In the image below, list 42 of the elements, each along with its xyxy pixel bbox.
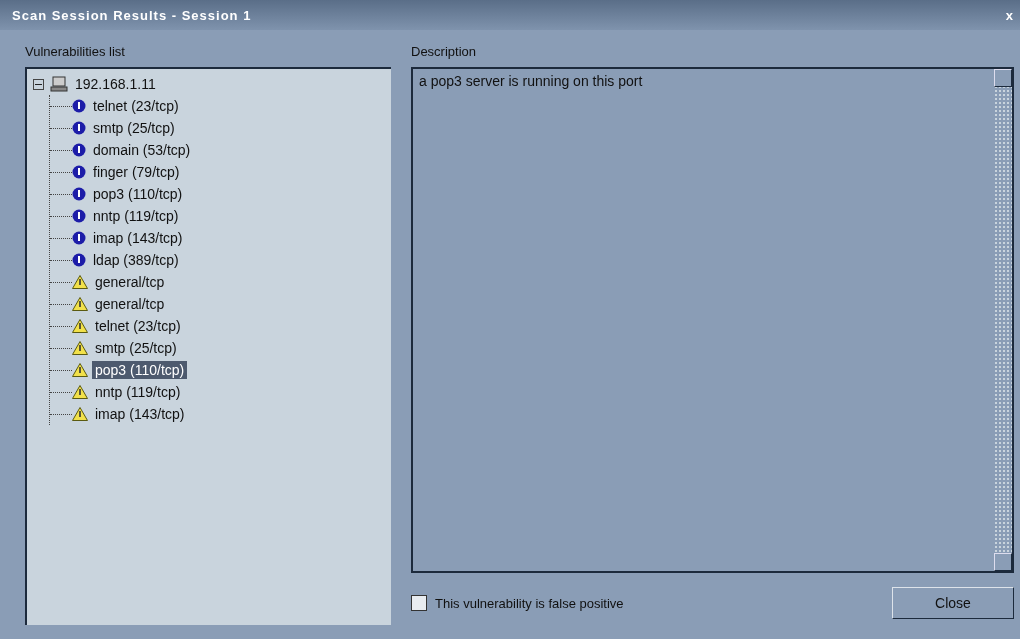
tree-item[interactable]: general/tcp <box>92 295 168 313</box>
tree-item[interactable]: nntp (119/tcp) <box>90 207 182 225</box>
list-label: Vulnerabilities list <box>25 44 126 59</box>
tree-item[interactable]: ldap (389/tcp) <box>90 251 182 269</box>
warning-icon <box>72 319 88 333</box>
info-icon <box>72 143 86 157</box>
tree-item[interactable]: smtp (25/tcp) <box>90 119 178 137</box>
tree-item[interactable]: smtp (25/tcp) <box>92 339 180 357</box>
warning-icon <box>72 385 88 399</box>
tree-item[interactable]: 192.168.1.11 <box>72 75 159 93</box>
tree-item[interactable]: telnet (23/tcp) <box>90 97 182 115</box>
tree-item[interactable]: telnet (23/tcp) <box>92 317 184 335</box>
tree-item[interactable]: pop3 (110/tcp) <box>90 185 186 203</box>
info-icon <box>72 253 86 267</box>
checkbox-label: This vulnerability is false positive <box>435 595 624 611</box>
close-button[interactable]: Close <box>892 587 1014 619</box>
info-icon <box>72 99 86 113</box>
warning-icon <box>72 363 88 377</box>
computer-icon <box>50 76 68 92</box>
scrollbar[interactable] <box>994 69 1012 571</box>
info-icon <box>72 209 86 223</box>
tree-item[interactable]: nntp (119/tcp) <box>92 383 184 401</box>
tree-item[interactable]: pop3 (110/tcp) <box>92 361 188 379</box>
description-label: Description <box>411 44 478 59</box>
close-button[interactable]: x <box>1005 7 1014 23</box>
description-text: a pop3 server is running on this port <box>418 72 644 91</box>
info-icon <box>72 231 86 245</box>
tree-item[interactable]: general/tcp <box>92 273 168 291</box>
warning-icon <box>72 297 88 311</box>
tree-item[interactable]: finger (79/tcp) <box>90 163 183 181</box>
info-icon <box>72 165 86 179</box>
window-title: Scan Session Results - Session 1 <box>12 7 252 23</box>
warning-icon <box>72 275 88 289</box>
collapse-toggle[interactable] <box>33 78 44 90</box>
tree-item[interactable]: imap (143/tcp) <box>92 405 188 423</box>
tree-item[interactable]: domain (53/tcp) <box>90 141 194 159</box>
warning-icon <box>72 407 88 421</box>
tree-item[interactable]: imap (143/tcp) <box>90 229 186 247</box>
info-icon <box>72 187 86 201</box>
info-icon <box>72 121 86 135</box>
warning-icon <box>72 341 88 355</box>
false-positive-checkbox[interactable] <box>411 595 427 611</box>
